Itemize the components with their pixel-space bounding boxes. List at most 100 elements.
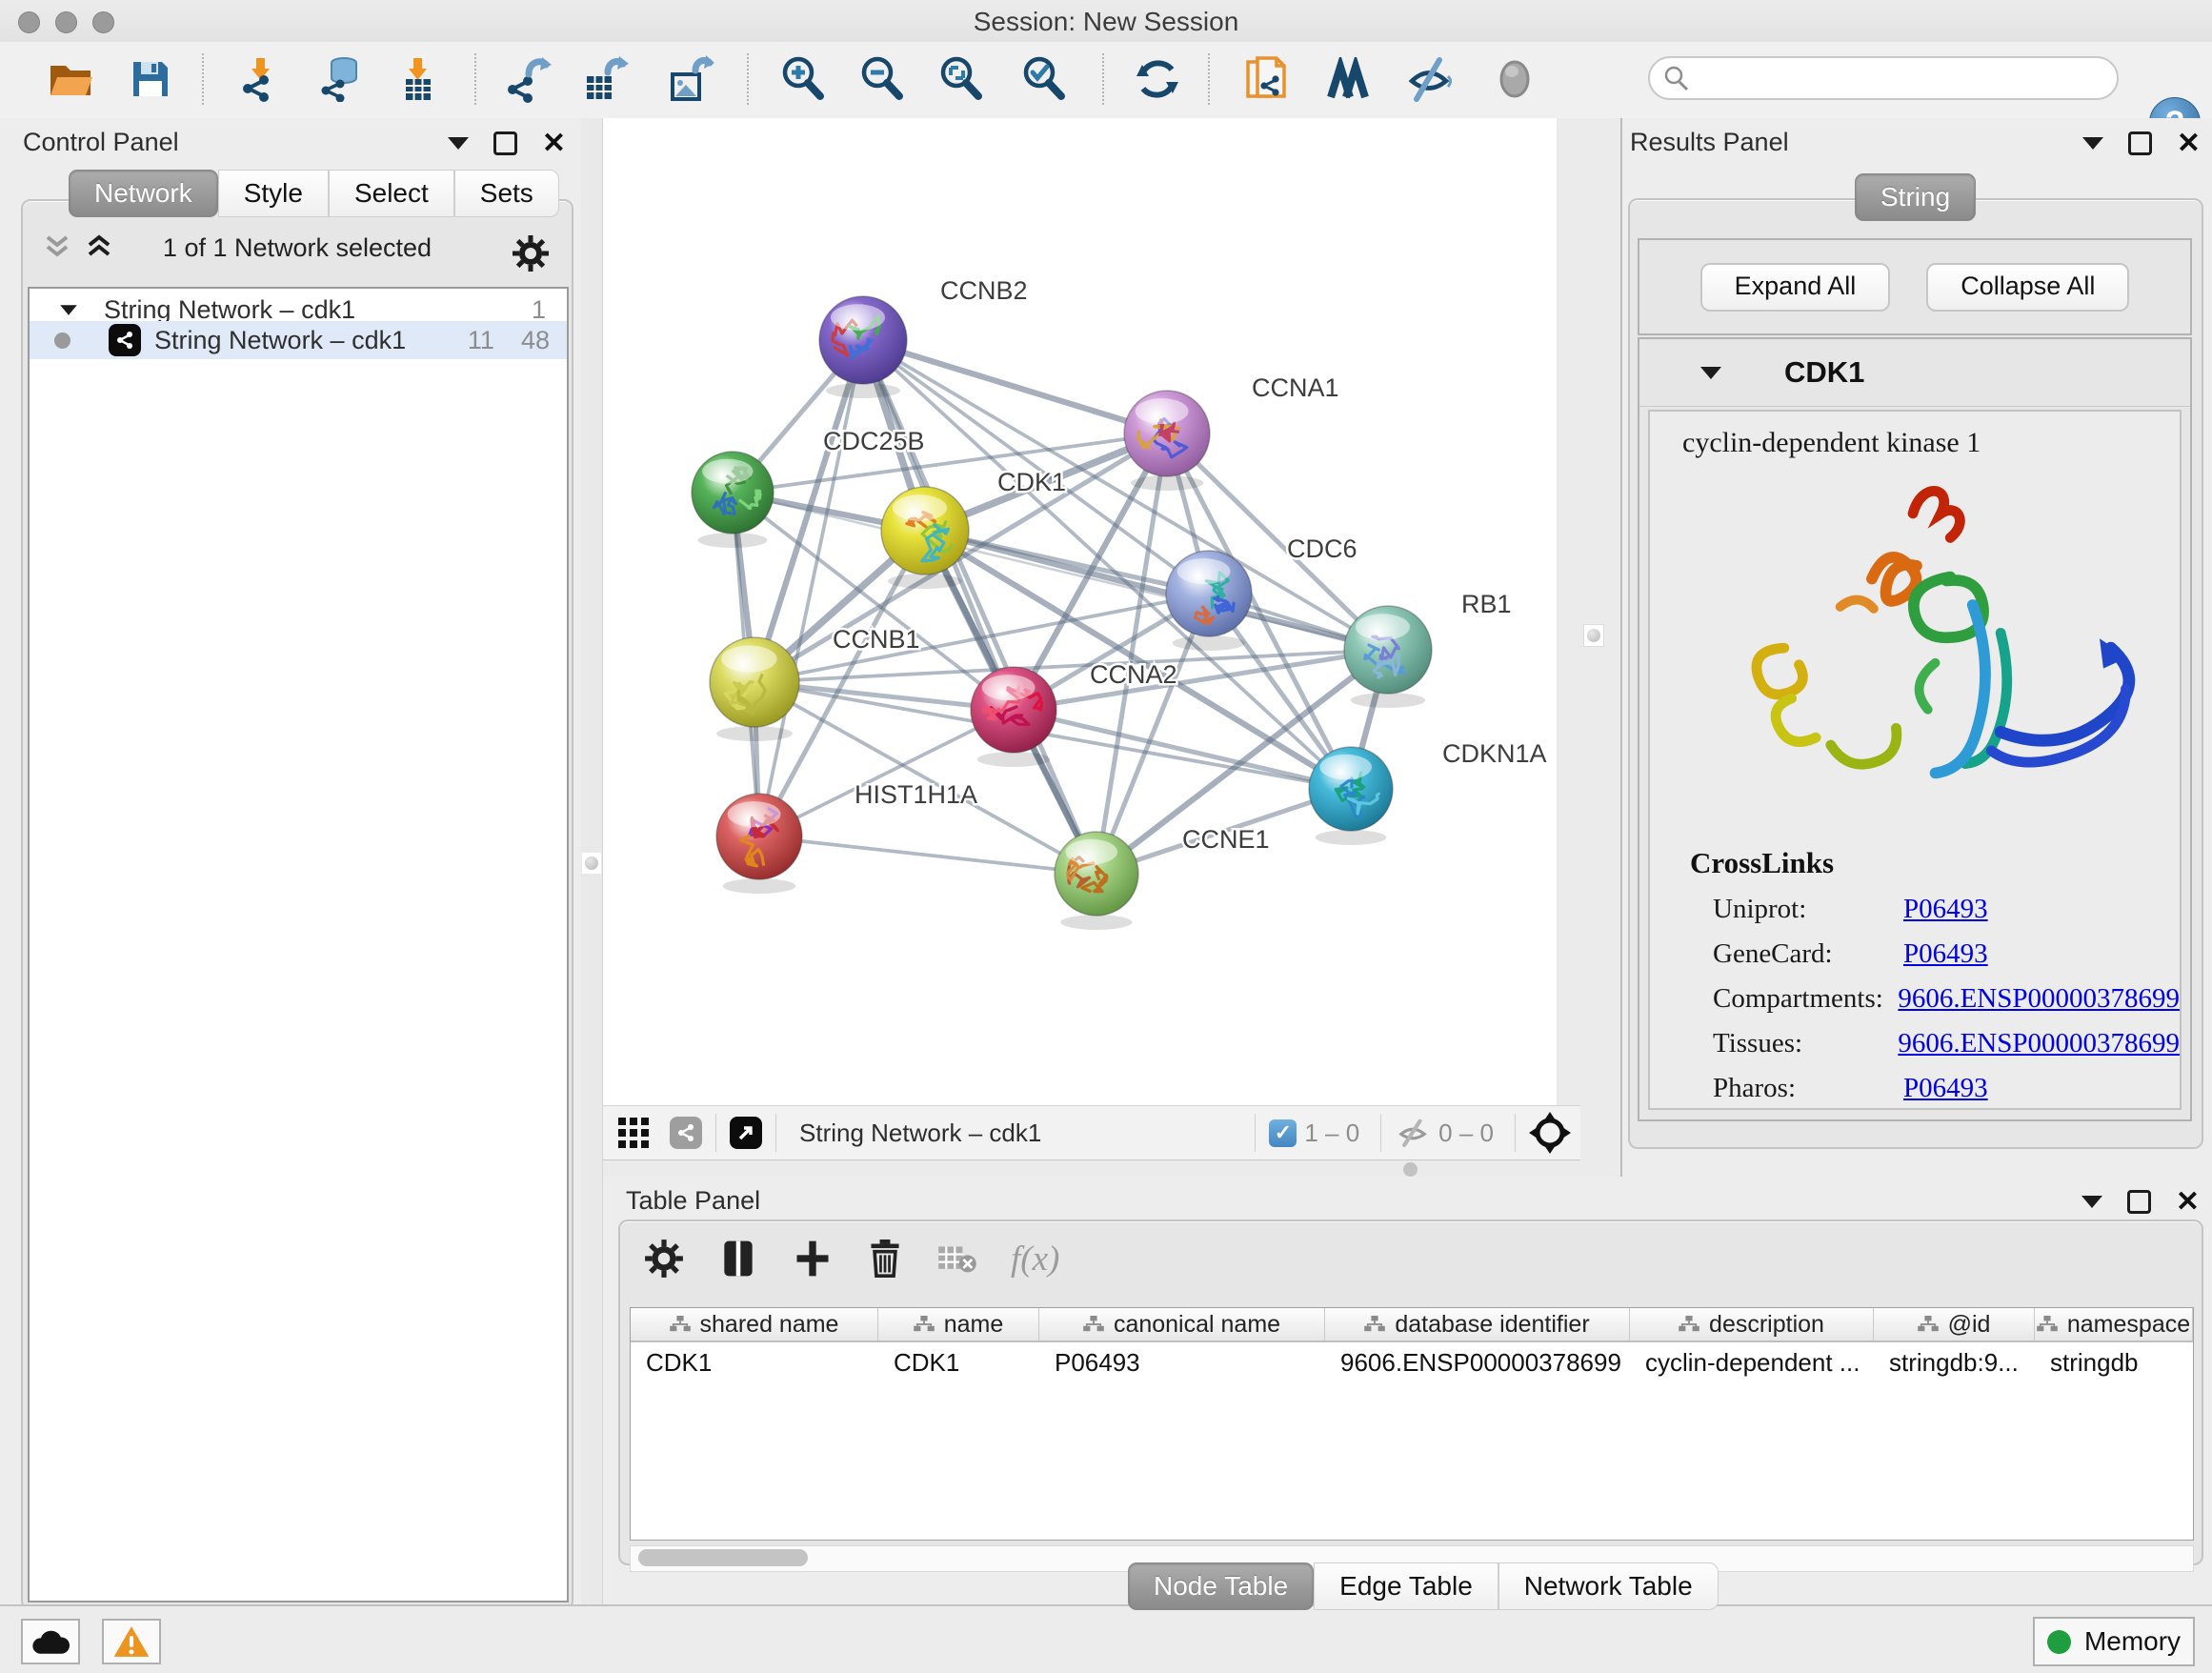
fit-selected-crosshair-icon[interactable] bbox=[1529, 1112, 1571, 1154]
network-node-CCNB2[interactable] bbox=[819, 296, 907, 398]
column-header-shared-name[interactable]: shared name bbox=[631, 1308, 878, 1340]
float-panel-icon[interactable] bbox=[448, 137, 469, 150]
maximize-panel-icon[interactable] bbox=[2127, 1190, 2151, 1214]
global-search-field[interactable] bbox=[1648, 56, 2119, 100]
delete-column-trash-icon[interactable] bbox=[866, 1238, 904, 1280]
table-cell[interactable]: 9606.ENSP00000378699 bbox=[1325, 1342, 1630, 1382]
show-columns-icon[interactable] bbox=[717, 1238, 759, 1280]
network-node-CCNB1[interactable] bbox=[710, 637, 799, 741]
import-network-database-button[interactable] bbox=[301, 48, 381, 111]
warning-button[interactable] bbox=[102, 1619, 161, 1664]
database-icon bbox=[318, 56, 364, 102]
crosslink-link[interactable]: P06493 bbox=[1903, 938, 1988, 970]
crosslink-label: Tissues: bbox=[1713, 1028, 1898, 1059]
column-header-name[interactable]: name bbox=[878, 1308, 1039, 1340]
hidden-eye-icon[interactable] bbox=[1395, 1117, 1431, 1149]
import-table-file-button[interactable] bbox=[377, 48, 457, 111]
close-panel-icon[interactable]: ✕ bbox=[2176, 1193, 2200, 1212]
network-type-icon[interactable] bbox=[670, 1117, 702, 1149]
scrollbar-thumb[interactable] bbox=[638, 1549, 808, 1566]
float-panel-icon[interactable] bbox=[2081, 1196, 2102, 1208]
gene-name: CDK1 bbox=[1784, 355, 1864, 390]
tab-style[interactable]: Style bbox=[218, 170, 329, 217]
search-input[interactable] bbox=[1690, 63, 2075, 94]
table-cell[interactable]: CDK1 bbox=[878, 1342, 1039, 1382]
memory-button[interactable]: Memory bbox=[2033, 1617, 2195, 1666]
network-node-CCNE1[interactable] bbox=[1055, 832, 1138, 930]
table-settings-gear-icon[interactable] bbox=[643, 1238, 685, 1280]
table-cell[interactable]: stringdb:9... bbox=[1874, 1342, 2035, 1382]
network-node-HIST1H1A[interactable] bbox=[716, 794, 802, 894]
open-in-window-icon[interactable] bbox=[730, 1117, 762, 1149]
zoom-fit-button[interactable] bbox=[921, 48, 1001, 111]
network-node-CDKN1A[interactable] bbox=[1309, 747, 1393, 845]
network-edge[interactable] bbox=[759, 836, 1096, 874]
tab-sets[interactable]: Sets bbox=[454, 170, 559, 217]
export-image-button[interactable] bbox=[651, 48, 731, 111]
tree-expand-icon[interactable] bbox=[60, 305, 77, 314]
export-table-button[interactable] bbox=[565, 48, 645, 111]
collapse-all-button[interactable]: Collapse All bbox=[1926, 263, 2129, 312]
save-session-button[interactable] bbox=[111, 48, 191, 111]
network-edge[interactable] bbox=[759, 340, 863, 836]
table-cell[interactable]: cyclin-dependent ... bbox=[1630, 1342, 1874, 1382]
selected-nodes-checkbox[interactable]: ✓ bbox=[1269, 1119, 1297, 1147]
float-panel-icon[interactable] bbox=[2082, 137, 2103, 150]
network-node-CDC25B[interactable] bbox=[692, 452, 774, 548]
network-graph[interactable]: CCNB2CCNA1CDC25BCDK1CDC6RB1CCNB1CCNA2CDK… bbox=[603, 118, 1557, 1105]
column-header-namespace[interactable]: namespace bbox=[2035, 1308, 2193, 1340]
splitter-pill[interactable] bbox=[1403, 1162, 1418, 1177]
hide-graphics-details-button[interactable] bbox=[1389, 48, 1469, 111]
binoculars-button[interactable] bbox=[1308, 48, 1388, 111]
crosslink-link[interactable]: P06493 bbox=[1903, 1073, 1988, 1104]
table-cell[interactable]: P06493 bbox=[1039, 1342, 1325, 1382]
refresh-button[interactable] bbox=[1117, 48, 1197, 111]
import-network-file-button[interactable] bbox=[220, 48, 300, 111]
table-row[interactable]: CDK1CDK1P064939606.ENSP00000378699cyclin… bbox=[631, 1342, 2193, 1382]
splitter-knob[interactable] bbox=[582, 853, 601, 874]
node-label-CCNB1: CCNB1 bbox=[833, 625, 920, 654]
network-node-RB1[interactable] bbox=[1344, 606, 1432, 708]
column-header-canonical-name[interactable]: canonical name bbox=[1039, 1308, 1325, 1340]
crosslink-link[interactable]: P06493 bbox=[1903, 894, 1988, 925]
table-cell[interactable]: CDK1 bbox=[631, 1342, 878, 1382]
network-row[interactable]: String Network – cdk1 11 48 bbox=[30, 321, 567, 359]
birdseye-grid-icon[interactable] bbox=[618, 1118, 649, 1148]
network-edge[interactable] bbox=[863, 340, 1167, 433]
results-panel-title: Results Panel bbox=[1630, 128, 1789, 157]
network-node-CCNA1[interactable] bbox=[1124, 391, 1210, 491]
table-cell[interactable]: stringdb bbox=[2035, 1342, 2193, 1382]
gear-icon[interactable] bbox=[511, 233, 551, 273]
column-header-description[interactable]: description bbox=[1630, 1308, 1874, 1340]
collapse-section-icon[interactable] bbox=[1700, 367, 1721, 379]
close-panel-icon[interactable]: ✕ bbox=[2177, 134, 2201, 153]
export-network-button[interactable] bbox=[488, 48, 568, 111]
create-column-icon[interactable] bbox=[792, 1238, 834, 1280]
close-panel-icon[interactable]: ✕ bbox=[542, 134, 566, 153]
tab-network[interactable]: Network bbox=[69, 170, 218, 217]
column-header-@id[interactable]: @id bbox=[1874, 1308, 2035, 1340]
crosslink-link[interactable]: 9606.ENSP00000378699 bbox=[1898, 1028, 2180, 1059]
open-session-button[interactable] bbox=[30, 48, 111, 111]
expand-all-button[interactable]: Expand All bbox=[1700, 263, 1891, 312]
results-panel-splitter-knob[interactable] bbox=[1583, 624, 1604, 647]
gene-header-row[interactable]: CDK1 bbox=[1639, 339, 2190, 407]
tab-node-table[interactable]: Node Table bbox=[1128, 1562, 1314, 1610]
copy-network-button[interactable] bbox=[1227, 48, 1307, 111]
cloud-button[interactable] bbox=[21, 1619, 80, 1664]
crosslink-link[interactable]: 9606.ENSP00000378699 bbox=[1898, 983, 2180, 1015]
eye-button[interactable] bbox=[1475, 48, 1555, 111]
maximize-panel-icon[interactable] bbox=[2128, 131, 2152, 155]
tab-select[interactable]: Select bbox=[329, 170, 454, 217]
table-panel-splitter[interactable] bbox=[603, 1160, 1580, 1177]
zoom-out-button[interactable] bbox=[842, 48, 922, 111]
zoom-in-button[interactable] bbox=[763, 48, 843, 111]
tab-string[interactable]: String bbox=[1855, 173, 1976, 221]
column-header-database-identifier[interactable]: database identifier bbox=[1325, 1308, 1630, 1340]
gene-result-box: CDK1 cyclin-dependent kinase 1 bbox=[1638, 337, 2192, 1121]
zoom-selected-button[interactable] bbox=[1004, 48, 1084, 111]
maximize-panel-icon[interactable] bbox=[493, 131, 517, 155]
control-panel-splitter[interactable] bbox=[581, 118, 602, 1604]
tab-network-table[interactable]: Network Table bbox=[1498, 1562, 1719, 1610]
tab-edge-table[interactable]: Edge Table bbox=[1314, 1562, 1498, 1610]
